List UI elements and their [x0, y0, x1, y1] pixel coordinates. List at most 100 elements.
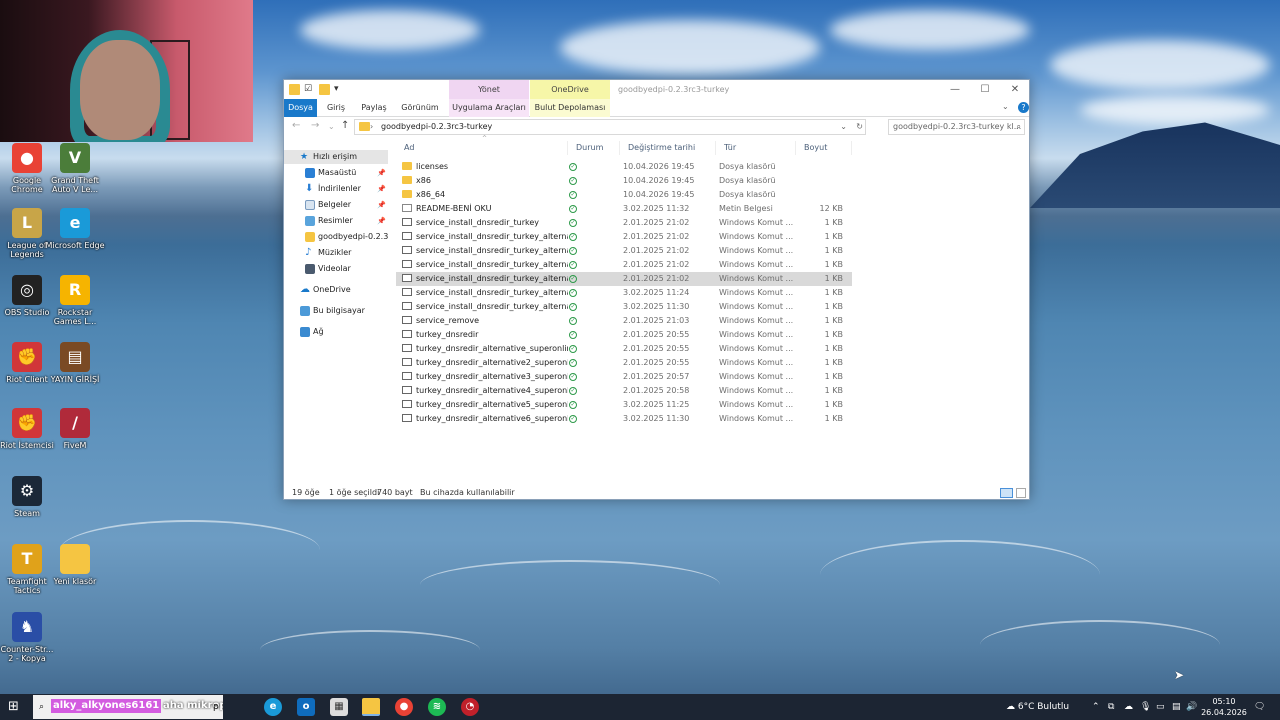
tab-home[interactable]: Giriş — [321, 99, 351, 117]
column-size[interactable]: Boyut — [796, 141, 852, 155]
nav-quick-access[interactable]: ★ Hızlı erişim — [284, 150, 388, 164]
desktop-icon-gta[interactable]: V Grand Theft Auto V Le... — [45, 143, 105, 194]
tab-file[interactable]: Dosya — [284, 99, 317, 117]
column-name[interactable]: Ad — [396, 141, 568, 155]
details-view-icon[interactable] — [1000, 488, 1013, 498]
desktop-icon-chest[interactable]: ▤ YAYIN GİRİŞİ — [45, 342, 105, 384]
desktop-icon-fivem[interactable]: / FiveM — [45, 408, 105, 450]
file-row[interactable]: service_remove ✓ 2.01.2025 21:03 Windows Ko… — [396, 314, 852, 328]
file-name-text: README-BENİ OKU — [416, 204, 492, 213]
title-bar[interactable]: ☑ ▾ Yönet OneDrive goodbyedpi-0.2.3rc3-t… — [284, 80, 1029, 99]
tray-app-icon[interactable]: ⧉ — [1108, 694, 1114, 720]
desktop-icon-rockstar[interactable]: R Rockstar Games L... — [45, 275, 105, 326]
column-type[interactable]: Tür — [716, 141, 796, 155]
file-name-text: service_install_dnsredir_turkey_alternat… — [416, 274, 568, 283]
help-icon[interactable]: ? — [1018, 102, 1029, 113]
nav-documents[interactable]: Belgeler 📌 — [284, 198, 388, 212]
outlook-icon[interactable]: o — [297, 698, 315, 716]
customize-qat-icon[interactable]: ▾ — [334, 84, 345, 95]
nav-this-pc[interactable]: Bu bilgisayar — [284, 304, 388, 318]
file-row[interactable]: turkey_dnsredir_alternative4_superonline… — [396, 384, 852, 398]
nav-music[interactable]: ♪ Müzikler — [284, 246, 388, 260]
file-row[interactable]: x86 ✓ 10.04.2026 19:45 Dosya klasörü — [396, 174, 852, 188]
app-icon[interactable]: ◔ — [461, 698, 479, 716]
nav-network[interactable]: Ağ — [284, 325, 388, 339]
file-row[interactable]: service_install_dnsredir_turkey_alternat… — [396, 230, 852, 244]
file-row[interactable]: turkey_dnsredir_alternative2_superonline… — [396, 356, 852, 370]
nav-videos[interactable]: Videolar — [284, 262, 388, 276]
search-input[interactable]: goodbyedpi-0.2.3rc3-turkey kl... ⌕ — [888, 119, 1025, 135]
file-row[interactable]: turkey_dnsredir_alternative_superonline ✓… — [396, 342, 852, 356]
nav-goodbyedpi[interactable]: goodbyedpi-0.2.3rc — [284, 230, 388, 244]
notification-icon[interactable]: 🗨 — [1254, 694, 1265, 720]
file-row[interactable]: x86_64 ✓ 10.04.2026 19:45 Dosya klasörü — [396, 188, 852, 202]
file-name-text: turkey_dnsredir_alternative2_superonline — [416, 358, 568, 367]
maximize-button[interactable]: ☐ — [970, 80, 1000, 99]
address-bar[interactable]: › goodbyedpi-0.2.3rc3-turkey ⌄ ↻ — [354, 119, 866, 135]
tray-cloud-icon[interactable]: ☁ — [1124, 694, 1133, 720]
edge-icon[interactable]: e — [264, 698, 282, 716]
store-icon[interactable]: ▦ — [330, 698, 348, 716]
desktop-icon-label: Rockstar Games L... — [53, 308, 97, 326]
refresh-icon[interactable]: ↻ — [856, 120, 863, 134]
column-status[interactable]: Durum — [568, 141, 620, 155]
file-row[interactable]: service_install_dnsredir_turkey_alternat… — [396, 286, 852, 300]
file-row[interactable]: turkey_dnsredir_alternative6_superonline… — [396, 412, 852, 426]
file-row[interactable]: service_install_dnsredir_turkey_alternat… — [396, 258, 852, 272]
desktop-icon-steam[interactable]: ⚙ Steam — [0, 476, 57, 518]
file-row[interactable]: turkey_dnsredir_alternative5_superonline… — [396, 398, 852, 412]
file-type: Windows Komut ... — [719, 246, 794, 255]
file-explorer-window[interactable]: ☑ ▾ Yönet OneDrive goodbyedpi-0.2.3rc3-t… — [283, 79, 1030, 500]
expand-ribbon-icon[interactable]: ⌄ — [1002, 102, 1009, 111]
clock[interactable]: 05:10 26.04.2026 — [1199, 696, 1249, 718]
chrome-icon[interactable]: ● — [395, 698, 413, 716]
tray-chevron-icon[interactable]: ⌃ — [1092, 694, 1100, 720]
windows-start-icon[interactable]: ⊞ — [8, 700, 22, 714]
properties-icon[interactable]: ☑ — [304, 84, 315, 95]
back-arrow-icon[interactable]: ← — [292, 120, 300, 131]
forward-arrow-icon[interactable]: → — [311, 120, 319, 131]
network-icon[interactable]: ▤ — [1172, 694, 1181, 720]
steam-icon: ⚙ — [12, 476, 42, 506]
microphone-icon[interactable]: 🎙 — [1140, 694, 1151, 720]
desktop-icon-folder[interactable]: Yeni klasör — [45, 544, 105, 586]
desktop-icon-label: Google Chrome — [11, 176, 43, 194]
file-row[interactable]: turkey_dnsredir ✓ 2.01.2025 20:55 Windows K… — [396, 328, 852, 342]
file-date: 2.01.2025 20:55 — [623, 358, 690, 367]
tab-app-tools[interactable]: Uygulama Araçları — [449, 99, 529, 117]
close-button[interactable]: ✕ — [1000, 80, 1030, 99]
tray-window-icon[interactable]: ▭ — [1156, 694, 1165, 720]
explorer-icon[interactable] — [362, 698, 380, 716]
desktop-icon-cs2[interactable]: ♞ Counter-Str... 2 - Kopya — [0, 612, 57, 663]
file-row[interactable]: service_install_dnsredir_turkey_alternat… — [396, 300, 852, 314]
spotify-icon[interactable]: ≋ — [428, 698, 446, 716]
new-folder-icon[interactable] — [319, 84, 330, 95]
large-icons-view-icon[interactable] — [1016, 488, 1026, 498]
tab-cloud-storage[interactable]: Bulut Depolaması — [530, 99, 610, 117]
file-row[interactable]: README-BENİ OKU ✓ 3.02.2025 11:32 Metin Bel… — [396, 202, 852, 216]
nav-pictures[interactable]: Resimler 📌 — [284, 214, 388, 228]
weather-widget[interactable]: ☁ 6°C Bulutlu — [1006, 694, 1069, 720]
chevron-down-icon[interactable]: ⌄ — [840, 120, 847, 134]
desktop-icon-edge[interactable]: e Microsoft Edge — [45, 208, 105, 250]
minimize-button[interactable]: — — [940, 80, 970, 99]
nav-onedrive[interactable]: ☁ OneDrive — [284, 283, 388, 297]
tab-view[interactable]: Görünüm — [397, 99, 443, 117]
file-row[interactable]: service_install_dnsredir_turkey_alternat… — [396, 272, 852, 286]
recent-chevron-icon[interactable]: ⌄ — [328, 122, 335, 131]
context-tab-manage[interactable]: Yönet — [449, 80, 529, 99]
breadcrumb-current[interactable]: goodbyedpi-0.2.3rc3-turkey — [381, 122, 492, 131]
file-row[interactable]: service_install_dnsredir_turkey ✓ 2.01.202… — [396, 216, 852, 230]
taskbar-search[interactable]: ⌕ alky_alkyones6161 aha mikroppppp p — [33, 695, 223, 719]
tab-share[interactable]: Paylaş — [356, 99, 392, 117]
volume-icon[interactable]: 🔊 — [1186, 694, 1197, 720]
nav-desktop[interactable]: Masaüstü 📌 — [284, 166, 388, 180]
column-date[interactable]: Değiştirme tarihi — [620, 141, 716, 155]
context-tab-onedrive[interactable]: OneDrive — [530, 80, 610, 99]
breadcrumb-chevron-icon[interactable]: › — [370, 120, 373, 134]
file-row[interactable]: licenses ✓ 10.04.2026 19:45 Dosya klasörü — [396, 160, 852, 174]
nav-downloads[interactable]: ⬇ İndirilenler 📌 — [284, 182, 388, 196]
file-row[interactable]: turkey_dnsredir_alternative3_superonline… — [396, 370, 852, 384]
file-row[interactable]: service_install_dnsredir_turkey_alternat… — [396, 244, 852, 258]
up-arrow-icon[interactable]: ↑ — [341, 120, 349, 131]
